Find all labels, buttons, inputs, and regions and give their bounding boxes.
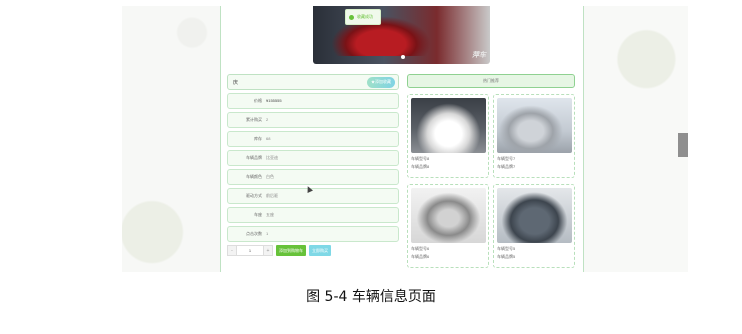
car-image[interactable]: [497, 188, 572, 243]
hot-recommend-panel: 热门推荐 车辆型号8 车辆品牌8 车辆型号7 车辆品牌7 车辆型号6 车辆品牌6…: [407, 74, 575, 268]
add-to-cart-button[interactable]: 添加到购物车: [276, 245, 306, 256]
car-image[interactable]: [411, 98, 486, 153]
card-brand: 车辆品牌6: [411, 254, 430, 259]
card-brand: 车辆品牌5: [497, 254, 516, 259]
success-icon: [349, 14, 354, 20]
recommend-card[interactable]: 车辆型号8 车辆品牌8: [407, 94, 489, 178]
field-label: 累计购买: [246, 116, 262, 122]
banner-carousel[interactable]: 萍车: [313, 6, 490, 64]
quantity-input[interactable]: 1: [237, 245, 263, 256]
field-label: 车辆品牌: [246, 154, 262, 160]
vehicle-detail-page: 萍车 收藏成功 庆 ★添加收藏 价格 ¥155555 累计购买 2 库存 68 …: [220, 6, 584, 272]
field-seats: 车座 五座: [227, 207, 399, 223]
card-model: 车辆型号8: [411, 155, 430, 161]
vehicle-title: 庆: [233, 79, 239, 86]
floral-background-right: [584, 6, 688, 272]
car-image[interactable]: [497, 98, 572, 153]
field-clicks: 点击次数 1: [227, 226, 399, 242]
field-value: 前后驱: [266, 192, 278, 198]
card-brand: 车辆品牌7: [497, 164, 516, 169]
field-brand: 车辆品牌 比亚迪: [227, 150, 399, 166]
field-value: ¥155555: [266, 98, 282, 104]
field-label: 车座: [254, 211, 262, 217]
field-value: 比亚迪: [266, 154, 278, 160]
app-screenshot: 萍车 收藏成功 庆 ★添加收藏 价格 ¥155555 累计购买 2 库存 68 …: [122, 6, 688, 272]
toast-text: 收藏成功: [357, 14, 373, 19]
figure-caption: 图 5-4 车辆信息页面: [306, 289, 436, 305]
card-model: 车辆型号7: [497, 155, 516, 161]
field-value: 1: [266, 231, 269, 237]
field-label: 库存: [254, 135, 262, 141]
field-label: 车辆颜色: [246, 173, 262, 179]
field-value: 68: [266, 136, 271, 142]
recommend-card[interactable]: 车辆型号6 车辆品牌6: [407, 184, 489, 268]
side-scroll-handle[interactable]: [678, 133, 688, 157]
field-label: 点击次数: [246, 230, 262, 236]
field-price: 价格 ¥155555: [227, 93, 399, 109]
recommend-card[interactable]: 车辆型号5 车辆品牌5: [493, 184, 575, 268]
field-value: 2: [266, 117, 269, 123]
vehicle-title-row: 庆 ★添加收藏: [227, 74, 399, 90]
field-purchases: 累计购买 2: [227, 112, 399, 128]
field-label: 驱动方式: [246, 192, 262, 198]
field-value: 白色: [266, 173, 274, 179]
purchase-row: - 1 + 添加到购物车 立即购买: [227, 245, 399, 256]
field-stock: 库存 68: [227, 131, 399, 147]
add-favorite-button[interactable]: ★添加收藏: [367, 76, 395, 88]
card-model: 车辆型号6: [411, 245, 430, 251]
banner-watermark: 萍车: [472, 52, 486, 59]
floral-background-left: [122, 6, 222, 272]
card-brand: 车辆品牌8: [411, 164, 430, 169]
field-label: 价格: [254, 97, 262, 103]
figure: 萍车 收藏成功 庆 ★添加收藏 价格 ¥155555 累计购买 2 库存 68 …: [0, 0, 742, 334]
field-color: 车辆颜色 白色: [227, 169, 399, 185]
carousel-indicator[interactable]: [401, 55, 405, 59]
increase-button[interactable]: +: [263, 245, 273, 256]
car-image[interactable]: [411, 188, 486, 243]
success-toast: 收藏成功: [345, 9, 381, 25]
hot-recommend-title: 热门推荐: [407, 74, 575, 88]
decrease-button[interactable]: -: [227, 245, 237, 256]
card-model: 车辆型号5: [497, 245, 516, 251]
buy-now-button[interactable]: 立即购买: [309, 245, 331, 256]
quantity-stepper: - 1 +: [227, 245, 273, 256]
vehicle-info-panel: 庆 ★添加收藏 价格 ¥155555 累计购买 2 库存 68 车辆品牌 比亚迪…: [227, 74, 399, 256]
recommend-grid: 车辆型号8 车辆品牌8 车辆型号7 车辆品牌7 车辆型号6 车辆品牌6 车辆型号…: [407, 94, 575, 268]
field-value: 五座: [266, 211, 274, 217]
recommend-card[interactable]: 车辆型号7 车辆品牌7: [493, 94, 575, 178]
